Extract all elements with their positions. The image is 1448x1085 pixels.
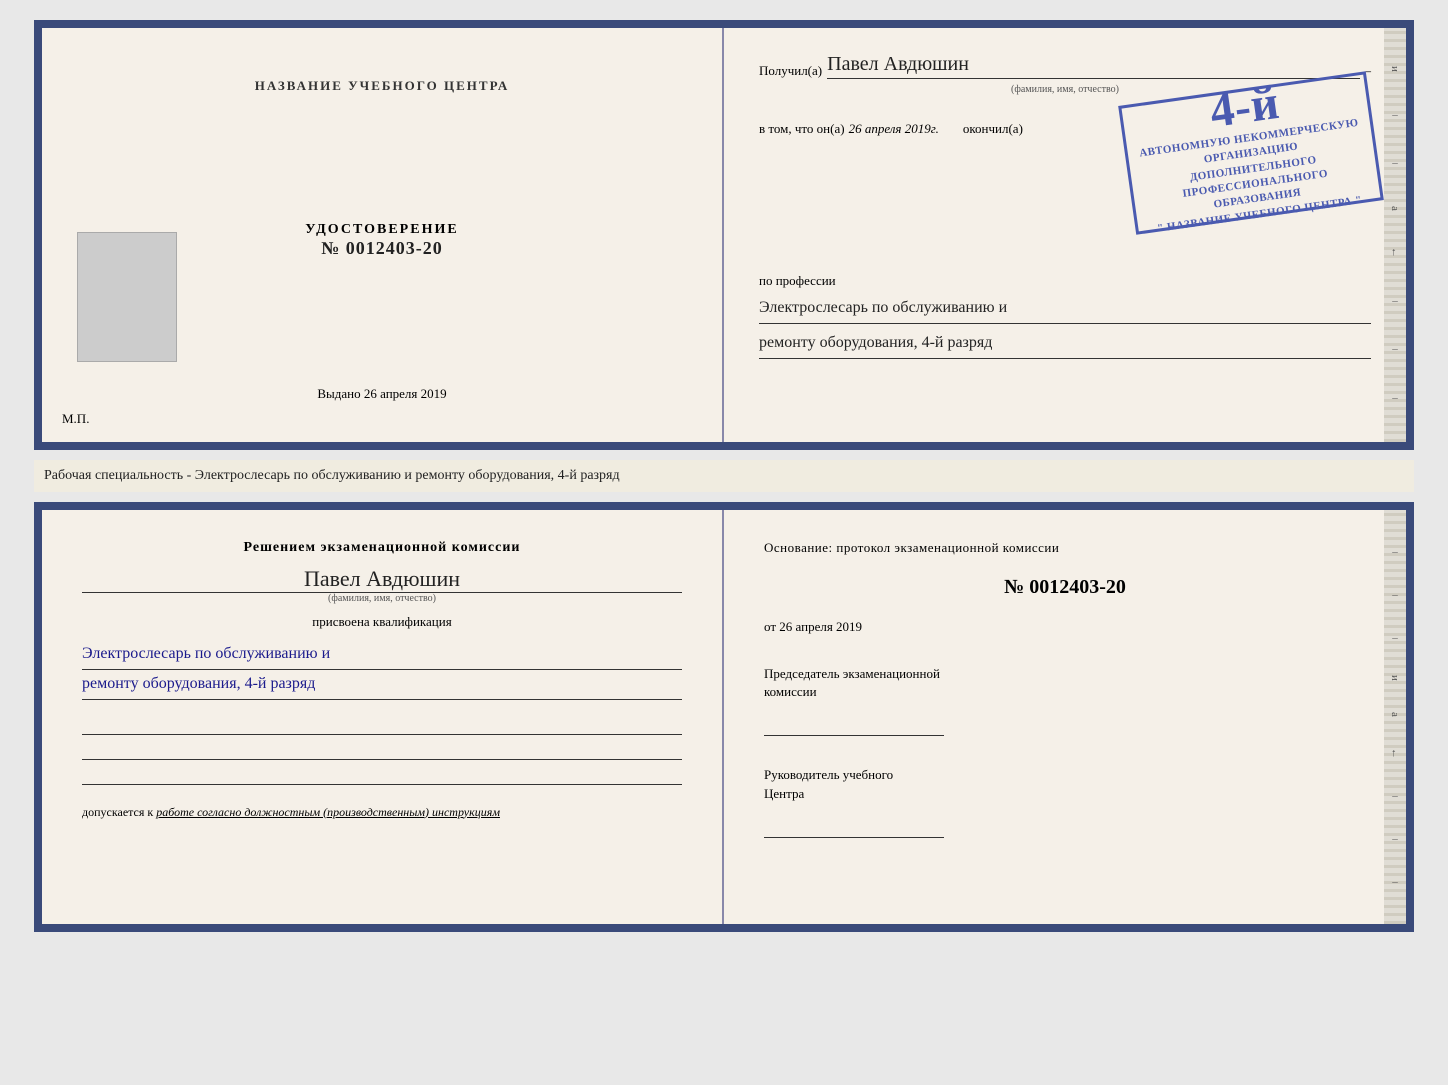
edge-mark-dash3: – — [1392, 295, 1398, 307]
chairman-label2: комиссии — [764, 683, 1366, 701]
profession-section: по профессии Электрослесарь по обслужива… — [759, 273, 1371, 359]
page-container: НАЗВАНИЕ УЧЕБНОГО ЦЕНТРА УДОСТОВЕРЕНИЕ №… — [20, 20, 1428, 932]
qualification-value2: ремонту оборудования, 4-й разряд — [82, 670, 682, 700]
b-edge-mark-dash3: – — [1392, 632, 1398, 644]
edge-mark-dash1: – — [1392, 109, 1398, 121]
edge-mark-dash2: – — [1392, 157, 1398, 169]
issued-date: Выдано 26 апреля 2019 — [317, 386, 446, 402]
protocol-date: от 26 апреля 2019 — [764, 619, 1366, 635]
qualification-prefix: присвоена квалификация — [82, 614, 682, 630]
profession-value2: ремонту оборудования, 4-й разряд — [759, 329, 1371, 359]
bottom-right-panel: Основание: протокол экзаменационной коми… — [724, 510, 1406, 924]
signature-lines — [82, 715, 682, 785]
director-label2: Центра — [764, 785, 1366, 803]
stamp-overlay: 4-й АВТОНОМНУЮ НЕКОММЕРЧЕСКУЮ ОРГАНИЗАЦИ… — [1118, 71, 1384, 235]
edge-mark-2: а — [1389, 206, 1401, 211]
b-edge-mark-dash1: – — [1392, 546, 1398, 558]
cert-label: УДОСТОВЕРЕНИЕ — [305, 222, 458, 238]
completed-label: окончил(а) — [963, 121, 1023, 136]
profession-prefix: по профессии — [759, 273, 1371, 289]
allowed-prefix: допускается к — [82, 805, 153, 819]
edge-mark-dash5: – — [1392, 392, 1398, 404]
issued-label: Выдано — [317, 386, 360, 401]
in-that-prefix: в том, что он(а) — [759, 121, 845, 136]
b-edge-mark-1: и — [1389, 675, 1401, 681]
bottom-right-edge-marks: – – – и а ← – – – — [1384, 510, 1406, 924]
b-edge-mark-dash6: – — [1392, 876, 1398, 888]
completion-date: 26 апреля 2019г. — [849, 121, 939, 136]
commission-title: Решением экзаменационной комиссии — [82, 540, 682, 556]
photo-placeholder — [77, 232, 177, 362]
qualification-value-section: Электрослесарь по обслуживанию и ремонту… — [82, 640, 682, 700]
bottom-left-panel: Решением экзаменационной комиссии Павел … — [42, 510, 724, 924]
sig-line-3 — [82, 765, 682, 785]
bottom-person-name: Павел Авдюшин — [82, 566, 682, 593]
profession-value1: Электрослесарь по обслуживанию и — [759, 294, 1371, 324]
top-document: НАЗВАНИЕ УЧЕБНОГО ЦЕНТРА УДОСТОВЕРЕНИЕ №… — [34, 20, 1414, 450]
recipient-name: Павел Авдюшин — [827, 53, 1359, 79]
protocol-number: № 0012403-20 — [764, 576, 1366, 599]
allowed-section: допускается к работе согласно должностны… — [82, 805, 682, 820]
chairman-signature-line — [764, 716, 944, 736]
sig-line-1 — [82, 715, 682, 735]
recipient-line: Получил(а) Павел Авдюшин – — [759, 53, 1371, 79]
basis-title: Основание: протокол экзаменационной коми… — [764, 540, 1366, 556]
director-section: Руководитель учебного Центра — [764, 766, 1366, 837]
bottom-person-section: Павел Авдюшин (фамилия, имя, отчество) — [82, 566, 682, 604]
sig-line-2 — [82, 740, 682, 760]
edge-mark-1: и — [1389, 66, 1401, 72]
allowed-value: работе согласно должностным (производств… — [156, 805, 500, 819]
issued-date-value: 26 апреля 2019 — [364, 386, 447, 401]
b-edge-mark-dash5: – — [1392, 833, 1398, 845]
edge-mark-dash4: – — [1392, 343, 1398, 355]
cert-number-section: УДОСТОВЕРЕНИЕ № 0012403-20 — [305, 222, 458, 259]
bottom-person-subtitle: (фамилия, имя, отчество) — [82, 593, 682, 604]
b-edge-mark-dash2: – — [1392, 589, 1398, 601]
right-edge-marks: и – – а ← – – – — [1384, 28, 1406, 442]
director-signature-line — [764, 818, 944, 838]
mp-label: М.П. — [62, 411, 89, 427]
top-right-panel: Получил(а) Павел Авдюшин – (фамилия, имя… — [724, 28, 1406, 442]
middle-text: Рабочая специальность - Электрослесарь п… — [34, 460, 1414, 492]
date-prefix: от — [764, 619, 776, 634]
b-edge-mark-3: ← — [1389, 748, 1401, 759]
chairman-label1: Председатель экзаменационной — [764, 665, 1366, 683]
top-left-panel: НАЗВАНИЕ УЧЕБНОГО ЦЕНТРА УДОСТОВЕРЕНИЕ №… — [42, 28, 724, 442]
chairman-section: Председатель экзаменационной комиссии — [764, 665, 1366, 736]
qualification-value1: Электрослесарь по обслуживанию и — [82, 640, 682, 670]
b-edge-mark-2: а — [1389, 712, 1401, 717]
training-center-title: НАЗВАНИЕ УЧЕБНОГО ЦЕНТРА — [255, 78, 510, 94]
edge-mark-3: ← — [1389, 247, 1401, 258]
cert-number: № 0012403-20 — [305, 238, 458, 259]
b-edge-mark-dash4: – — [1392, 790, 1398, 802]
director-label1: Руководитель учебного — [764, 766, 1366, 784]
recipient-prefix: Получил(а) — [759, 63, 822, 79]
date-value: 26 апреля 2019 — [779, 619, 862, 634]
bottom-document: Решением экзаменационной комиссии Павел … — [34, 502, 1414, 932]
